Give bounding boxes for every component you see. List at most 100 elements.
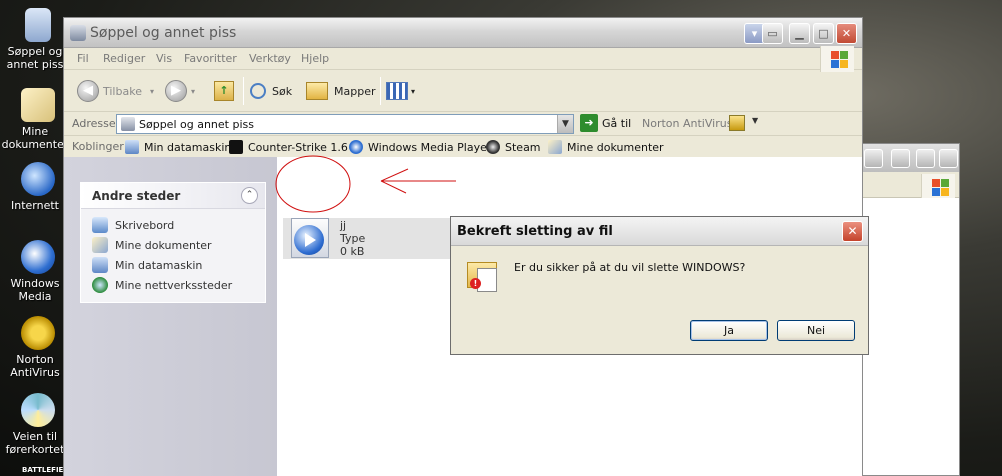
views-button[interactable]: ▾ <box>386 79 415 103</box>
link-steam[interactable]: Steam <box>486 140 541 154</box>
no-button[interactable]: Nei <box>777 320 855 341</box>
recycle-bin-icon <box>25 8 51 42</box>
media-file-icon <box>291 218 329 258</box>
my-documents-icon <box>92 237 108 253</box>
go-button[interactable]: ➜ Gå til <box>580 114 631 132</box>
norton-antivirus-icon <box>21 316 55 350</box>
window-title: Søppel og annet piss <box>90 25 237 41</box>
forward-button[interactable]: ▶ ▾ <box>165 79 195 103</box>
desktop-icon-label: Veien til førerkortet <box>5 430 65 456</box>
dialog-title: Bekreft sletting av fil <box>457 224 613 239</box>
file-type: Type <box>340 232 366 245</box>
dialog-titlebar[interactable]: Bekreft sletting av fil ✕ <box>451 217 868 246</box>
link-label: Min datamaskin <box>144 140 232 154</box>
other-places-panel: Andre steder ⌃ Skrivebord Mine dokumente… <box>80 182 266 303</box>
place-label: Skrivebord <box>115 218 175 232</box>
place-label: Mine dokumenter <box>115 238 212 252</box>
windows-logo-icon <box>820 46 854 72</box>
link-label: Windows Media Player <box>368 140 492 154</box>
delete-file-warning-icon: ! <box>467 260 501 294</box>
address-bar: Adresse Søppel og annet piss ▼ ➜ Gå til … <box>64 112 862 136</box>
back-maximize-button[interactable] <box>916 149 935 168</box>
menu-rediger[interactable]: Rediger <box>103 52 145 65</box>
panel-title: Andre steder <box>92 189 181 203</box>
up-folder-icon: ↑ <box>214 81 234 101</box>
minimize-button[interactable]: ▁ <box>789 23 810 44</box>
menu-hjelp[interactable]: Hjelp <box>301 52 329 65</box>
chevron-down-icon: ▾ <box>149 86 154 96</box>
steam-icon <box>486 140 500 154</box>
views-icon <box>386 82 408 100</box>
link-my-computer[interactable]: Min datamaskin <box>125 140 231 154</box>
maximize-button[interactable]: □ <box>813 23 834 44</box>
chevron-down-icon[interactable]: ▼ <box>752 116 758 125</box>
place-my-documents[interactable]: Mine dokumenter <box>92 237 212 253</box>
place-network[interactable]: Mine nettverkssteder <box>92 277 232 293</box>
desktop-icon <box>92 217 108 233</box>
restore-button[interactable]: ▭ <box>762 23 783 44</box>
back-button[interactable]: ◀ Tilbake ▾ <box>77 79 154 103</box>
link-my-documents[interactable]: Mine dokumenter <box>548 140 664 154</box>
chevron-down-icon: ▾ <box>191 86 196 96</box>
folders-label: Mapper <box>334 84 376 98</box>
menubar: Fil Rediger Vis Favoritter Verktøy Hjelp <box>64 46 862 72</box>
link-label: Counter-Strike 1.6 <box>248 140 348 154</box>
search-label: Søk <box>272 84 293 98</box>
link-label: Steam <box>505 140 541 154</box>
place-desktop[interactable]: Skrivebord <box>92 217 174 233</box>
collapse-icon[interactable]: ⌃ <box>241 187 258 204</box>
back-arrow-icon: ◀ <box>77 80 99 102</box>
place-my-computer[interactable]: Min datamaskin <box>92 257 202 273</box>
folders-button[interactable]: Mapper <box>306 79 376 103</box>
cd-icon <box>21 393 55 427</box>
menu-favoritter[interactable]: Favoritter <box>184 52 237 65</box>
panel-header[interactable]: Andre steder ⌃ <box>81 183 265 209</box>
toolbar: ◀ Tilbake ▾ ▶ ▾ ↑ Søk Mapper ▾ <box>64 70 862 112</box>
go-label: Gå til <box>602 116 632 130</box>
computer-icon <box>92 257 108 273</box>
windows-media-player-icon <box>349 140 363 154</box>
place-label: Min datamaskin <box>115 258 203 272</box>
desktop-icon-label: Norton AntiVirus 2003 Professional <box>10 353 60 379</box>
place-label: Mine nettverkssteder <box>115 278 233 292</box>
link-label: Mine dokumenter <box>567 140 664 154</box>
computer-icon <box>125 140 139 154</box>
up-folder-button[interactable]: ↑ <box>214 79 234 103</box>
dialog-close-button[interactable]: ✕ <box>842 221 863 242</box>
search-button[interactable]: Søk <box>250 79 292 103</box>
search-icon <box>250 83 266 99</box>
internet-explorer-icon <box>21 162 55 196</box>
back-minimize-button-2[interactable] <box>891 149 910 168</box>
desktop-icon-label: Mine dokumenter <box>1 125 69 151</box>
desktop-icons: Søppel og annet piss Mine dokumenter Int… <box>0 0 74 476</box>
back-close-button[interactable] <box>939 149 958 168</box>
link-counter-strike[interactable]: Counter-Strike 1.6 <box>229 140 348 154</box>
yes-button[interactable]: Ja <box>690 320 768 341</box>
close-button[interactable]: ✕ <box>836 23 857 44</box>
window-titlebar[interactable]: Søppel og annet piss ▾ ▭ ▁ □ ✕ <box>64 18 862 48</box>
folder-icon <box>121 117 135 131</box>
my-documents-icon <box>548 140 562 154</box>
toolbar-separator <box>243 77 244 105</box>
file-name: jj <box>340 219 347 232</box>
address-dropdown-button[interactable]: ▼ <box>557 115 573 133</box>
back-minimize-button[interactable] <box>864 149 883 168</box>
menu-verktoy[interactable]: Verktøy <box>249 52 291 65</box>
menu-fil[interactable]: Fil <box>77 52 89 65</box>
desktop-icon-label: Windows Media Player <box>10 277 60 303</box>
dialog-message: Er du sikker på at du vil slette WINDOWS… <box>514 261 746 274</box>
link-media-player[interactable]: Windows Media Player <box>349 140 491 154</box>
address-field[interactable]: Søppel og annet piss ▼ <box>116 114 574 134</box>
norton-toolbar-icon[interactable] <box>729 115 745 131</box>
confirm-delete-dialog[interactable]: Bekreft sletting av fil ✕ ! Er du sikker… <box>450 216 869 355</box>
folder-app-icon <box>70 25 86 41</box>
desktop-icon-label: Søppel og annet piss <box>6 45 64 71</box>
menu-vis[interactable]: Vis <box>156 52 172 65</box>
my-documents-icon <box>21 88 55 122</box>
counter-strike-icon <box>229 140 243 154</box>
toolbar-separator <box>380 77 381 105</box>
desktop-icon-label: Internett <box>11 199 59 212</box>
network-places-icon <box>92 277 108 293</box>
links-label: Koblinger <box>72 140 124 153</box>
norton-label: Norton AntiVirus <box>642 117 733 130</box>
